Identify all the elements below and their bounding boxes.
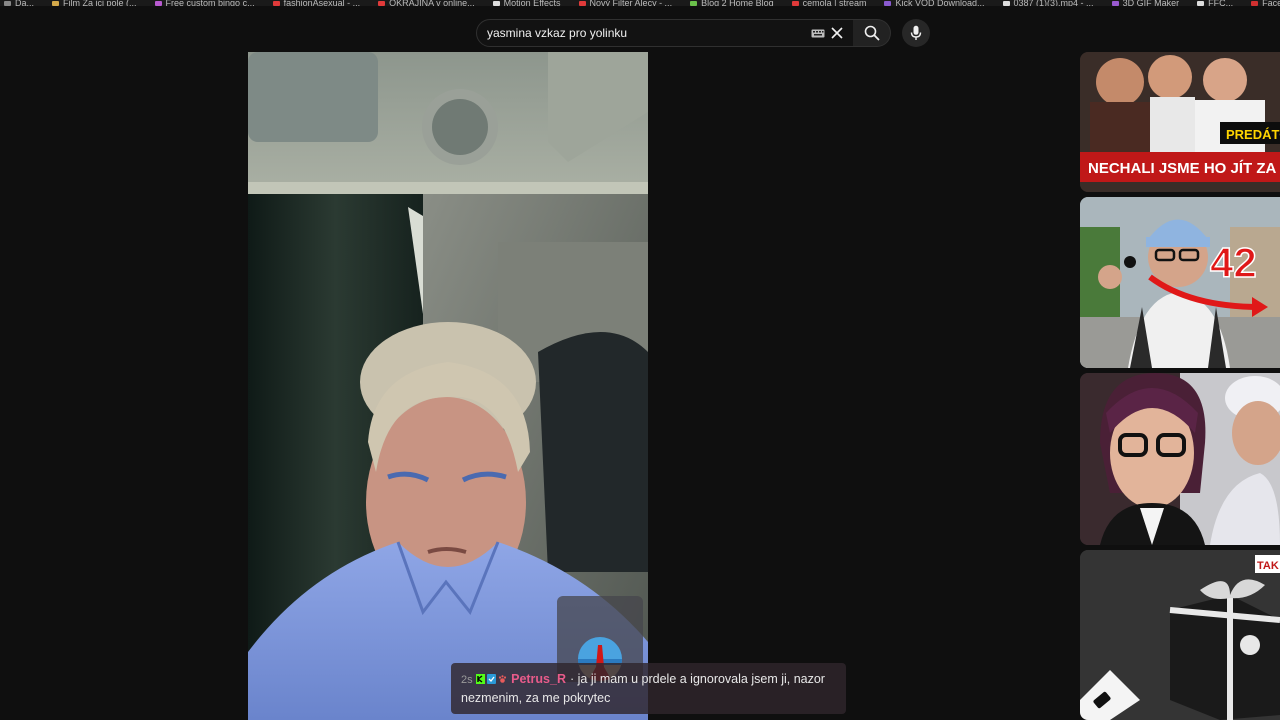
- bookmark-item[interactable]: OKRAJINA v online...: [378, 0, 475, 6]
- bookmark-label: OKRAJINA v online...: [389, 0, 475, 6]
- bookmark-favicon-icon: [578, 1, 586, 6]
- bookmark-label: Kick VOD Download...: [895, 0, 985, 6]
- bookmark-label: 0387 (1)(3).mp4 - ...: [1013, 0, 1094, 6]
- bookmark-item[interactable]: cemola | stream: [791, 0, 867, 6]
- bookmark-favicon-icon: [690, 1, 698, 6]
- bookmark-favicon-icon: [4, 1, 11, 6]
- bookmark-label: Film Za ici pole (...: [63, 0, 137, 6]
- bookmark-label: Free custom bingo c...: [165, 0, 255, 6]
- bookmark-item[interactable]: 3D GIF Maker: [1111, 0, 1180, 6]
- bookmark-favicon-icon: [884, 1, 892, 6]
- thumbnail-caption-top: 42: [1210, 239, 1257, 286]
- thumbnail-image: 42: [1080, 197, 1280, 368]
- close-icon[interactable]: [831, 27, 843, 39]
- bookmark-favicon-icon: [1251, 1, 1259, 6]
- bookmark-favicon-icon: [272, 1, 280, 6]
- voice-search-button[interactable]: [902, 19, 930, 47]
- recommended-video-thumbnail[interactable]: [1080, 373, 1280, 545]
- search-button[interactable]: [853, 19, 891, 47]
- bookmark-item[interactable]: Kick VOD Download...: [884, 0, 985, 6]
- thumbnail-caption-bottom: NECHALI JSME HO JÍT ZA TREST: [1088, 160, 1280, 177]
- chat-username[interactable]: Petrus_R: [511, 672, 566, 686]
- paw-badge-icon: [499, 675, 507, 683]
- keyboard-icon[interactable]: [811, 29, 825, 38]
- verified-badge-icon: [487, 674, 497, 684]
- bookmark-item[interactable]: Blog 2 Home Blog: [690, 0, 774, 6]
- bookmark-item[interactable]: FFC...: [1197, 0, 1233, 6]
- bookmark-favicon-icon: [52, 1, 60, 6]
- bookmark-item[interactable]: Da...: [4, 0, 34, 6]
- bookmark-label: Motion Effects: [503, 0, 561, 6]
- bookmark-label: Da...: [15, 0, 35, 6]
- search-input[interactable]: [477, 19, 811, 47]
- recommended-video-thumbnail[interactable]: PREDÁTOR NECHALI JSME HO JÍT ZA TREST: [1080, 52, 1280, 192]
- kick-badge-icon: [476, 674, 486, 684]
- thumbnail-image: [1080, 373, 1280, 545]
- bookmark-item[interactable]: Free custom bingo c...: [154, 0, 255, 6]
- bookmark-item[interactable]: fashionAsexual - ...: [272, 0, 361, 6]
- thumbnail-caption-top: PREDÁTOR: [1226, 127, 1280, 142]
- bookmark-item[interactable]: Facebook Symbols...: [1251, 0, 1280, 6]
- bookmark-label: Nový Filter Alecy - ...: [589, 0, 673, 6]
- chat-message: 2s Petrus_R · ja ji mam u prdele a ignoro…: [451, 663, 846, 714]
- bookmark-label: cemola | stream: [802, 0, 867, 6]
- microphone-icon: [910, 25, 922, 40]
- bookmark-item[interactable]: Nový Filter Alecy - ...: [578, 0, 673, 6]
- bookmark-label: FFC...: [1208, 0, 1234, 6]
- bookmark-label: Facebook Symbols...: [1262, 0, 1280, 6]
- bookmark-label: 3D GIF Maker: [1122, 0, 1180, 6]
- bookmark-item[interactable]: Motion Effects: [492, 0, 561, 6]
- bookmark-favicon-icon: [492, 1, 500, 6]
- bookmark-label: Blog 2 Home Blog: [701, 0, 774, 6]
- bookmark-label: fashionAsexual - ...: [283, 0, 361, 6]
- bookmark-favicon-icon: [1111, 1, 1119, 6]
- thumbnail-image: PREDÁTOR NECHALI JSME HO JÍT ZA TREST: [1080, 52, 1280, 192]
- search-icon: [864, 25, 880, 41]
- thumbnail-caption-top: TAK: [1257, 560, 1279, 572]
- bookmark-favicon-icon: [1002, 1, 1010, 6]
- bookmarks-bar: Da... Film Za ici pole (... Free custom bi…: [0, 0, 1280, 6]
- recommended-video-thumbnail[interactable]: 42: [1080, 197, 1280, 368]
- recommended-video-thumbnail[interactable]: TAK: [1080, 550, 1280, 720]
- thumbnail-image: TAK: [1080, 550, 1280, 720]
- bookmark-item[interactable]: Film Za ici pole (...: [52, 0, 137, 6]
- bookmark-favicon-icon: [1197, 1, 1205, 6]
- search-box[interactable]: [476, 19, 854, 47]
- bookmark-favicon-icon: [378, 1, 386, 6]
- chat-time: 2s: [461, 674, 473, 686]
- bookmark-favicon-icon: [791, 1, 799, 6]
- bookmark-favicon-icon: [154, 1, 162, 6]
- bookmark-item[interactable]: 0387 (1)(3).mp4 - ...: [1002, 0, 1094, 6]
